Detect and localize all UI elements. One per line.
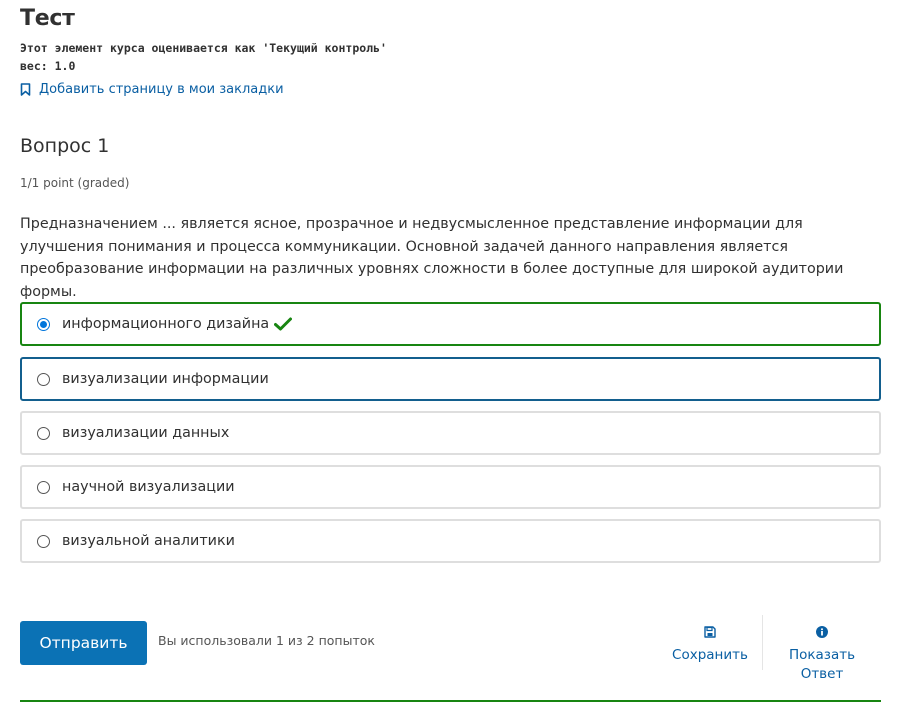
divider — [762, 615, 763, 670]
question-text: Предназначением ... является ясное, проз… — [20, 216, 844, 300]
answer-label: визуализации информации — [62, 371, 269, 387]
radio-button[interactable] — [37, 317, 50, 331]
answer-label: визуализации данных — [62, 425, 230, 441]
page-title: Тест — [20, 6, 75, 31]
radio-button[interactable] — [37, 534, 50, 548]
show-answer-label: Показать — [788, 647, 856, 663]
radio-button[interactable] — [37, 426, 50, 440]
save-label: Сохранить — [672, 647, 748, 663]
grading-type: Этот элемент курса оценивается как 'Теку… — [20, 41, 387, 55]
save-icon — [670, 625, 750, 644]
radio-button[interactable] — [37, 372, 50, 386]
question-title: Вопрос 1 — [20, 135, 110, 157]
save-button[interactable]: Сохранить — [670, 625, 750, 665]
submit-button[interactable]: Отправить — [20, 621, 147, 665]
grading-weight: вес: 1.0 — [20, 59, 76, 73]
answer-label: визуальной аналитики — [62, 533, 235, 549]
question-points: 1/1 point (graded) — [20, 176, 130, 190]
bookmark-icon — [20, 83, 31, 96]
answer-label: информационного дизайна — [62, 316, 270, 332]
show-answer-label: Ответ — [800, 666, 844, 682]
show-answer-button[interactable]: Показать Ответ — [782, 625, 862, 684]
answer-option[interactable]: визуальной аналитики — [20, 519, 881, 563]
radio-button[interactable] — [37, 480, 50, 494]
check-icon — [274, 317, 293, 331]
answer-option[interactable]: визуализации информации — [20, 357, 881, 401]
answer-label: научной визуализации — [62, 479, 235, 495]
answer-option[interactable]: визуализации данных — [20, 411, 881, 455]
attempts-text: Вы использовали 1 из 2 попыток — [158, 633, 375, 648]
answer-option[interactable]: информационного дизайна — [20, 302, 881, 346]
answer-option[interactable]: научной визуализации — [20, 465, 881, 509]
bookmark-button[interactable]: Добавить страницу в мои закладки — [20, 82, 284, 97]
bookmark-label: Добавить страницу в мои закладки — [39, 82, 284, 97]
info-icon — [782, 625, 862, 644]
